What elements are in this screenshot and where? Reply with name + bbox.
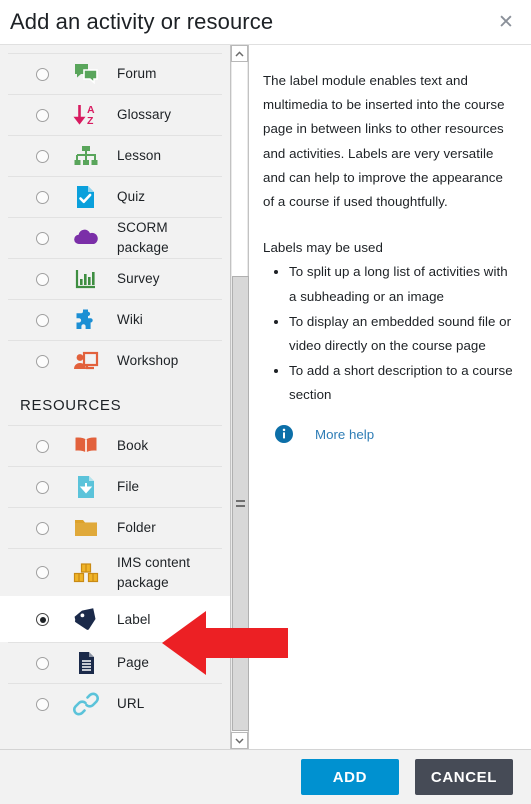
svg-text:Z: Z bbox=[87, 115, 94, 127]
option-label: Survey bbox=[117, 271, 160, 287]
option-label: Page bbox=[117, 655, 149, 671]
radio-label[interactable] bbox=[36, 613, 49, 626]
radio-glossary[interactable] bbox=[36, 108, 49, 122]
wiki-icon bbox=[71, 305, 101, 335]
radio-quiz[interactable] bbox=[36, 190, 49, 204]
option-label: Quiz bbox=[117, 189, 146, 205]
option-label: Label bbox=[117, 611, 151, 627]
radio-workshop[interactable] bbox=[36, 354, 49, 368]
option-label: IMS content package bbox=[117, 554, 191, 590]
description-paragraph-1: The label module enables text and multim… bbox=[263, 73, 505, 209]
option-label: SCORM package bbox=[117, 220, 169, 255]
radio-lesson[interactable] bbox=[36, 149, 49, 163]
modal-footer: ADD CANCEL bbox=[0, 750, 531, 804]
description-bullet-list: To split up a long list of activities wi… bbox=[263, 260, 517, 407]
add-button[interactable]: ADD bbox=[300, 759, 399, 795]
modal-body: Forum A Z Glossary Lesson Quiz SCORM pac… bbox=[0, 45, 531, 750]
option-row-folder[interactable]: Folder bbox=[8, 507, 222, 548]
option-label: Glossary bbox=[117, 107, 172, 123]
more-help-link[interactable]: More help bbox=[315, 427, 374, 442]
scrollbar-grip bbox=[236, 500, 245, 507]
radio-survey[interactable] bbox=[36, 272, 49, 286]
radio-wiki[interactable] bbox=[36, 313, 49, 327]
radio-folder[interactable] bbox=[36, 521, 49, 535]
option-row-quiz[interactable]: Quiz bbox=[8, 176, 222, 217]
workshop-icon bbox=[71, 346, 101, 376]
list-item: To add a short description to a course s… bbox=[289, 359, 517, 407]
ims-icon bbox=[71, 558, 101, 588]
option-row-label[interactable]: Label bbox=[0, 596, 230, 642]
activity-description-panel: The label module enables text and multim… bbox=[249, 45, 531, 749]
option-row-glossary[interactable]: A Z Glossary bbox=[8, 94, 222, 135]
label-icon bbox=[71, 605, 101, 635]
option-row-survey[interactable]: Survey bbox=[8, 258, 222, 299]
page-icon bbox=[71, 648, 101, 678]
scorm-icon bbox=[71, 223, 101, 253]
scroll-down-button[interactable] bbox=[231, 732, 248, 749]
survey-icon bbox=[71, 264, 101, 294]
radio-ims-content-package[interactable] bbox=[36, 566, 49, 579]
option-row-file[interactable]: File bbox=[8, 466, 222, 507]
more-help-row[interactable]: More help bbox=[263, 425, 517, 444]
option-label: Workshop bbox=[117, 353, 179, 369]
section-heading-resources: RESOURCES bbox=[20, 397, 122, 414]
cancel-button[interactable]: CANCEL bbox=[414, 759, 513, 795]
option-row-ims-content-package[interactable]: IMS content package bbox=[8, 548, 222, 596]
folder-icon bbox=[71, 513, 101, 543]
option-row-book[interactable]: Book bbox=[8, 425, 222, 466]
activity-chooser-list[interactable]: Forum A Z Glossary Lesson Quiz SCORM pac… bbox=[0, 45, 230, 749]
list-item: To split up a long list of activities wi… bbox=[289, 260, 517, 308]
option-row-page[interactable]: Page bbox=[8, 642, 222, 683]
option-label: Lesson bbox=[117, 148, 162, 164]
option-label: Wiki bbox=[117, 312, 143, 328]
close-icon[interactable]: ✕ bbox=[495, 11, 517, 33]
option-label: Folder bbox=[117, 520, 156, 536]
option-label: Forum bbox=[117, 66, 157, 82]
add-activity-modal: Add an activity or resource ✕ Forum A Z … bbox=[0, 0, 531, 804]
scrollbar-thumb[interactable] bbox=[232, 276, 249, 731]
option-label: Book bbox=[117, 438, 149, 454]
option-row-forum[interactable]: Forum bbox=[8, 53, 222, 94]
option-row-lesson[interactable]: Lesson bbox=[8, 135, 222, 176]
scroll-up-button[interactable] bbox=[231, 45, 248, 62]
glossary-icon: A Z bbox=[71, 100, 101, 130]
chooser-scrollbar[interactable] bbox=[230, 45, 249, 749]
book-icon bbox=[71, 431, 101, 461]
file-icon bbox=[71, 472, 101, 502]
page-title: Add an activity or resource bbox=[10, 9, 274, 34]
modal-header: Add an activity or resource ✕ bbox=[0, 0, 531, 45]
url-icon bbox=[71, 689, 101, 719]
info-icon bbox=[275, 425, 293, 444]
description-paragraph-2: Labels may be used bbox=[263, 240, 383, 256]
radio-file[interactable] bbox=[36, 480, 49, 494]
radio-url[interactable] bbox=[36, 697, 49, 711]
lesson-icon bbox=[71, 141, 101, 171]
option-row-workshop[interactable]: Workshop bbox=[8, 340, 222, 381]
forum-icon bbox=[71, 59, 101, 89]
option-row-wiki[interactable]: Wiki bbox=[8, 299, 222, 340]
list-item: To display an embedded sound file or vid… bbox=[289, 310, 517, 358]
option-label: URL bbox=[117, 696, 145, 712]
quiz-icon bbox=[71, 182, 101, 212]
radio-book[interactable] bbox=[36, 439, 49, 453]
radio-page[interactable] bbox=[36, 656, 49, 670]
scrollbar-track[interactable] bbox=[231, 62, 249, 732]
option-row-url[interactable]: URL bbox=[8, 683, 222, 724]
radio-forum[interactable] bbox=[36, 67, 49, 81]
option-label: File bbox=[117, 479, 140, 495]
radio-scorm-package[interactable] bbox=[36, 231, 49, 245]
option-row-scorm-package[interactable]: SCORM package bbox=[8, 217, 222, 258]
